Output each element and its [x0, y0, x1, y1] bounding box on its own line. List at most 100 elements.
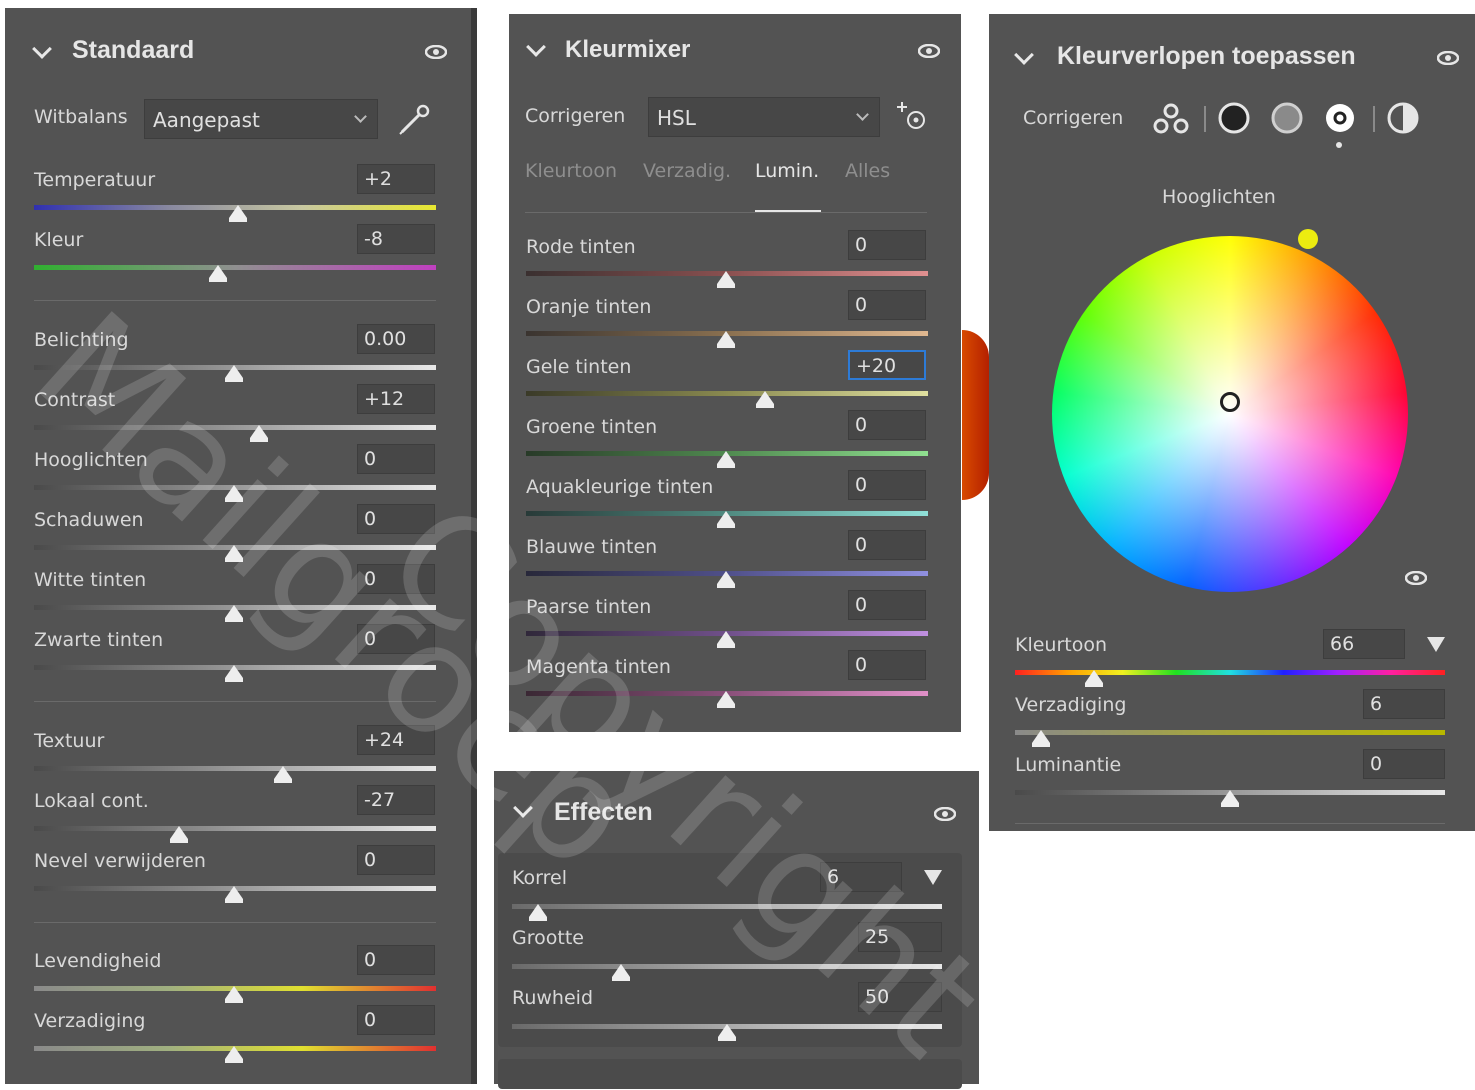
slider-thumb[interactable]	[225, 886, 243, 903]
kleurmixer-header[interactable]: Kleurmixer	[509, 14, 961, 70]
value-input[interactable]: 0	[1363, 749, 1445, 779]
eyedropper-icon[interactable]	[396, 102, 432, 138]
slider-thumb[interactable]	[1032, 730, 1050, 747]
eye-icon[interactable]	[934, 807, 956, 821]
slider-thumb[interactable]	[718, 1024, 736, 1041]
background-wheel-fragment	[962, 330, 989, 500]
tab-verzadig[interactable]: Verzadig.	[643, 160, 731, 182]
slider-track[interactable]	[1015, 670, 1445, 675]
value-input[interactable]: 0	[848, 590, 926, 620]
value-input[interactable]: 0	[848, 650, 926, 680]
shadows-wheel-icon[interactable]	[1217, 101, 1251, 135]
slider-track[interactable]	[34, 766, 436, 771]
slider-thumb[interactable]	[612, 964, 630, 981]
value-input[interactable]: 0	[848, 410, 926, 440]
slider-thumb[interactable]	[717, 451, 735, 468]
slider-thumb[interactable]	[225, 665, 243, 682]
value-input[interactable]: 0	[357, 504, 435, 534]
slider-thumb[interactable]	[225, 365, 243, 382]
chevron-down-icon[interactable]	[32, 39, 52, 59]
slider-thumb[interactable]	[717, 511, 735, 528]
slider-thumb[interactable]	[274, 766, 292, 783]
slider-thumb[interactable]	[225, 485, 243, 502]
slider-thumb[interactable]	[717, 631, 735, 648]
standaard-header[interactable]: Standaard	[5, 8, 471, 64]
eye-icon[interactable]	[1405, 571, 1427, 585]
tab-alles[interactable]: Alles	[845, 160, 890, 182]
effecten-header[interactable]: Effecten	[494, 771, 979, 827]
slider-label: Nevel verwijderen	[34, 850, 206, 872]
panel-scrollbar[interactable]	[471, 8, 477, 1084]
value-input[interactable]: 50	[858, 982, 942, 1012]
value-input[interactable]: +12	[357, 384, 435, 414]
slider-track[interactable]	[1015, 730, 1445, 735]
value-input[interactable]: 25	[858, 922, 942, 952]
value-input[interactable]: 0	[357, 624, 435, 654]
value-input[interactable]: +24	[357, 725, 435, 755]
witbalans-select[interactable]: Aangepast	[144, 99, 378, 139]
value-input[interactable]: 0	[357, 564, 435, 594]
value-input[interactable]: 6	[1363, 689, 1445, 719]
value-input[interactable]: 0.00	[357, 324, 435, 354]
three-wheels-icon[interactable]	[1151, 102, 1191, 136]
midtones-wheel-icon[interactable]	[1270, 101, 1304, 135]
chevron-down-icon[interactable]	[513, 798, 533, 818]
targeted-adjustment-icon[interactable]	[894, 100, 930, 134]
triangle-down-icon[interactable]	[1427, 637, 1445, 652]
value-input[interactable]: 0	[357, 1005, 435, 1035]
color-wheel[interactable]	[1052, 236, 1408, 592]
wheel-hue-handle[interactable]	[1298, 229, 1318, 249]
chevron-down-icon[interactable]	[1014, 45, 1034, 65]
slider-thumb[interactable]	[225, 545, 243, 562]
value-input[interactable]: 6	[820, 862, 902, 892]
tab-kleurtoon[interactable]: Kleurtoon	[525, 160, 617, 182]
global-wheel-icon[interactable]	[1386, 101, 1420, 135]
value-input[interactable]: 0	[848, 230, 926, 260]
slider-track[interactable]	[526, 391, 928, 396]
slider-thumb[interactable]	[1085, 670, 1103, 687]
value-input[interactable]: -8	[357, 224, 435, 254]
slider-thumb[interactable]	[717, 571, 735, 588]
value-input[interactable]: +20	[848, 350, 926, 380]
value-input[interactable]: 66	[1323, 629, 1405, 659]
slider-thumb[interactable]	[225, 986, 243, 1003]
chevron-down-icon[interactable]	[526, 37, 546, 57]
highlights-wheel-icon[interactable]	[1323, 101, 1357, 135]
slider-thumb[interactable]	[250, 425, 268, 442]
value-input[interactable]: 0	[357, 444, 435, 474]
corrigeren-select[interactable]: HSL	[648, 97, 880, 137]
slider-track[interactable]	[512, 904, 942, 909]
kleurverlopen-header[interactable]: Kleurverlopen toepassen	[989, 14, 1475, 70]
wheel-center-handle[interactable]	[1220, 392, 1240, 412]
slider-track[interactable]	[34, 265, 436, 270]
value-input[interactable]: -27	[357, 785, 435, 815]
slider-thumb[interactable]	[756, 391, 774, 408]
value-input[interactable]: 0	[848, 290, 926, 320]
slider-track[interactable]	[34, 826, 436, 831]
separator	[1373, 106, 1375, 132]
chevron-down-icon	[354, 110, 367, 123]
slider-track[interactable]	[512, 964, 942, 969]
value-input[interactable]: 0	[848, 530, 926, 560]
slider-label: Contrast	[34, 389, 116, 411]
slider-thumb[interactable]	[717, 691, 735, 708]
slider-thumb[interactable]	[717, 271, 735, 288]
eye-icon[interactable]	[1437, 51, 1459, 65]
value-input[interactable]: +2	[357, 164, 435, 194]
slider-thumb[interactable]	[717, 331, 735, 348]
slider-thumb[interactable]	[209, 265, 227, 282]
tab-lumin[interactable]: Lumin.	[755, 160, 819, 182]
slider-thumb[interactable]	[229, 205, 247, 222]
slider-thumb[interactable]	[170, 826, 188, 843]
slider-thumb[interactable]	[225, 605, 243, 622]
slider-thumb[interactable]	[529, 904, 547, 921]
eye-icon[interactable]	[918, 44, 940, 58]
value-input[interactable]: 0	[357, 945, 435, 975]
slider-thumb[interactable]	[225, 1046, 243, 1063]
triangle-down-icon[interactable]	[924, 870, 942, 885]
value-input[interactable]: 0	[848, 470, 926, 500]
slider-track[interactable]	[34, 425, 436, 430]
eye-icon[interactable]	[425, 45, 447, 59]
slider-thumb[interactable]	[1221, 790, 1239, 807]
value-input[interactable]: 0	[357, 845, 435, 875]
